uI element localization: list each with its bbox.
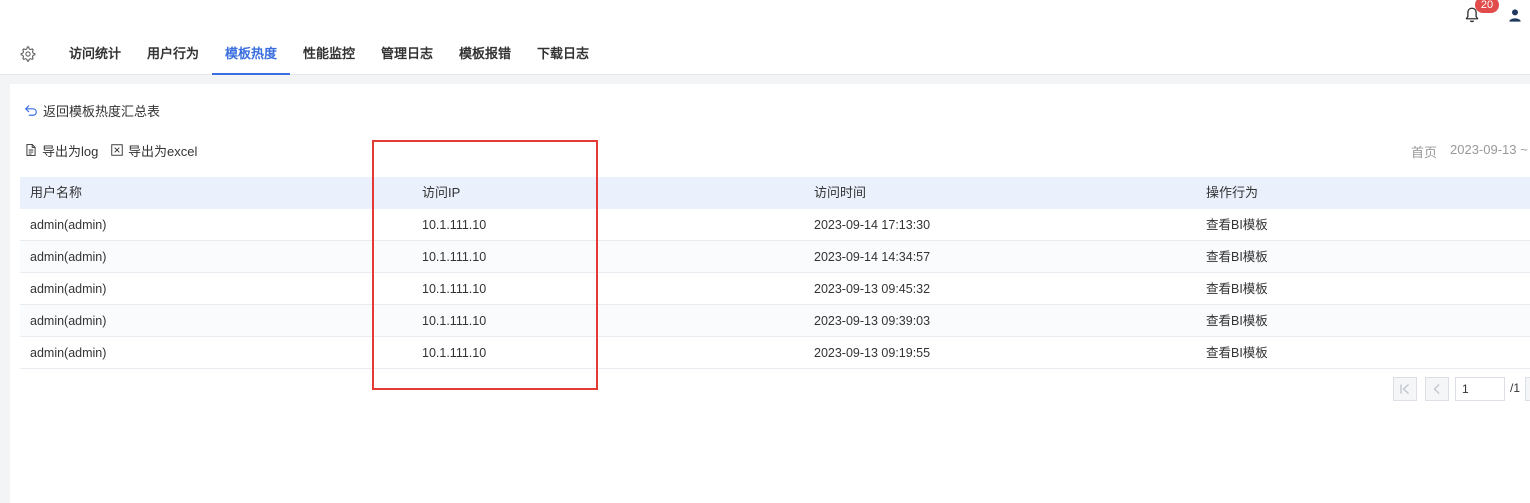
- undo-arrow-icon: [25, 105, 37, 116]
- visit-records-table: 用户名称 访问IP 访问时间 操作行为 admin(admin) 10.1.11…: [20, 177, 1530, 369]
- cell-action: 查看BI模板: [1206, 282, 1268, 296]
- table-row[interactable]: admin(admin) 10.1.111.10 2023-09-13 09:1…: [20, 337, 1530, 369]
- user-icon[interactable]: [1507, 7, 1523, 23]
- table-row[interactable]: admin(admin) 10.1.111.10 2023-09-13 09:3…: [20, 305, 1530, 337]
- tab-visit-stats[interactable]: 访问统计: [60, 34, 130, 74]
- cell-visit-ip: 10.1.111.10: [422, 314, 487, 328]
- cell-action: 查看BI模板: [1206, 218, 1268, 232]
- cell-username: admin(admin): [30, 218, 107, 232]
- column-header-username[interactable]: 用户名称: [20, 177, 412, 209]
- cell-username: admin(admin): [30, 314, 107, 328]
- table-body: admin(admin) 10.1.111.10 2023-09-14 17:1…: [20, 209, 1530, 369]
- home-link[interactable]: 首页: [1411, 142, 1437, 161]
- cell-username: admin(admin): [30, 282, 107, 296]
- tab-user-behavior[interactable]: 用户行为: [138, 34, 208, 74]
- tab-bar: 访问统计 用户行为 模板热度 性能监控 管理日志 模板报错 下载日志: [0, 34, 1530, 75]
- back-link-label: 返回模板热度汇总表: [43, 103, 161, 119]
- cell-visit-ip: 10.1.111.10: [422, 282, 487, 296]
- column-header-action[interactable]: 操作行为: [1196, 177, 1530, 209]
- cell-username: admin(admin): [30, 250, 107, 264]
- date-range[interactable]: 2023-09-13 ~ 2: [1450, 142, 1530, 157]
- gear-icon[interactable]: [20, 46, 36, 62]
- table-row[interactable]: admin(admin) 10.1.111.10 2023-09-14 17:1…: [20, 209, 1530, 241]
- table-row[interactable]: admin(admin) 10.1.111.10 2023-09-13 09:4…: [20, 273, 1530, 305]
- cell-action: 查看BI模板: [1206, 346, 1268, 360]
- cell-visit-ip: 10.1.111.10: [422, 346, 487, 360]
- cell-visit-time: 2023-09-13 09:19:55: [814, 346, 931, 360]
- cell-action: 查看BI模板: [1206, 250, 1268, 264]
- notification-badge[interactable]: 20: [1475, 0, 1499, 13]
- back-link[interactable]: 返回模板热度汇总表: [24, 102, 161, 119]
- cell-visit-ip: 10.1.111.10: [422, 250, 487, 264]
- cell-visit-time: 2023-09-13 09:45:32: [814, 282, 931, 296]
- first-page-icon: [1400, 384, 1409, 394]
- export-excel-button[interactable]: 导出为excel: [110, 141, 197, 159]
- table-header: 用户名称 访问IP 访问时间 操作行为: [20, 177, 1530, 209]
- table-row[interactable]: admin(admin) 10.1.111.10 2023-09-14 14:3…: [20, 241, 1530, 273]
- tab-download-log[interactable]: 下载日志: [528, 34, 598, 74]
- cell-visit-time: 2023-09-13 09:39:03: [814, 314, 931, 328]
- content-panel: 返回模板热度汇总表 导出为log 导出为excel 首页 2023-09-13 …: [10, 84, 1530, 503]
- cell-action: 查看BI模板: [1206, 314, 1268, 328]
- excel-icon: [111, 144, 123, 156]
- total-pages: /1: [1510, 381, 1521, 395]
- next-page-button[interactable]: [1525, 377, 1530, 401]
- tab-template-heat[interactable]: 模板热度: [212, 34, 290, 75]
- cell-visit-time: 2023-09-14 14:34:57: [814, 250, 931, 264]
- export-log-label: 导出为log: [42, 143, 99, 159]
- tab-performance-monitor[interactable]: 性能监控: [294, 34, 364, 74]
- cell-visit-ip: 10.1.111.10: [422, 218, 487, 232]
- chevron-left-icon: [1433, 384, 1440, 394]
- column-header-visit-ip[interactable]: 访问IP: [412, 177, 804, 209]
- column-header-visit-time[interactable]: 访问时间: [804, 177, 1196, 209]
- tab-template-errors[interactable]: 模板报错: [450, 34, 520, 74]
- cell-username: admin(admin): [30, 346, 107, 360]
- cell-visit-time: 2023-09-14 17:13:30: [814, 218, 931, 232]
- tab-management-log[interactable]: 管理日志: [372, 34, 442, 74]
- page-number-input[interactable]: [1455, 377, 1505, 401]
- export-log-button[interactable]: 导出为log: [24, 141, 98, 159]
- prev-page-button[interactable]: [1425, 377, 1449, 401]
- export-excel-label: 导出为excel: [128, 143, 198, 159]
- first-page-button[interactable]: [1393, 377, 1417, 401]
- file-export-icon: [26, 143, 36, 157]
- top-bar: 20: [0, 0, 1530, 35]
